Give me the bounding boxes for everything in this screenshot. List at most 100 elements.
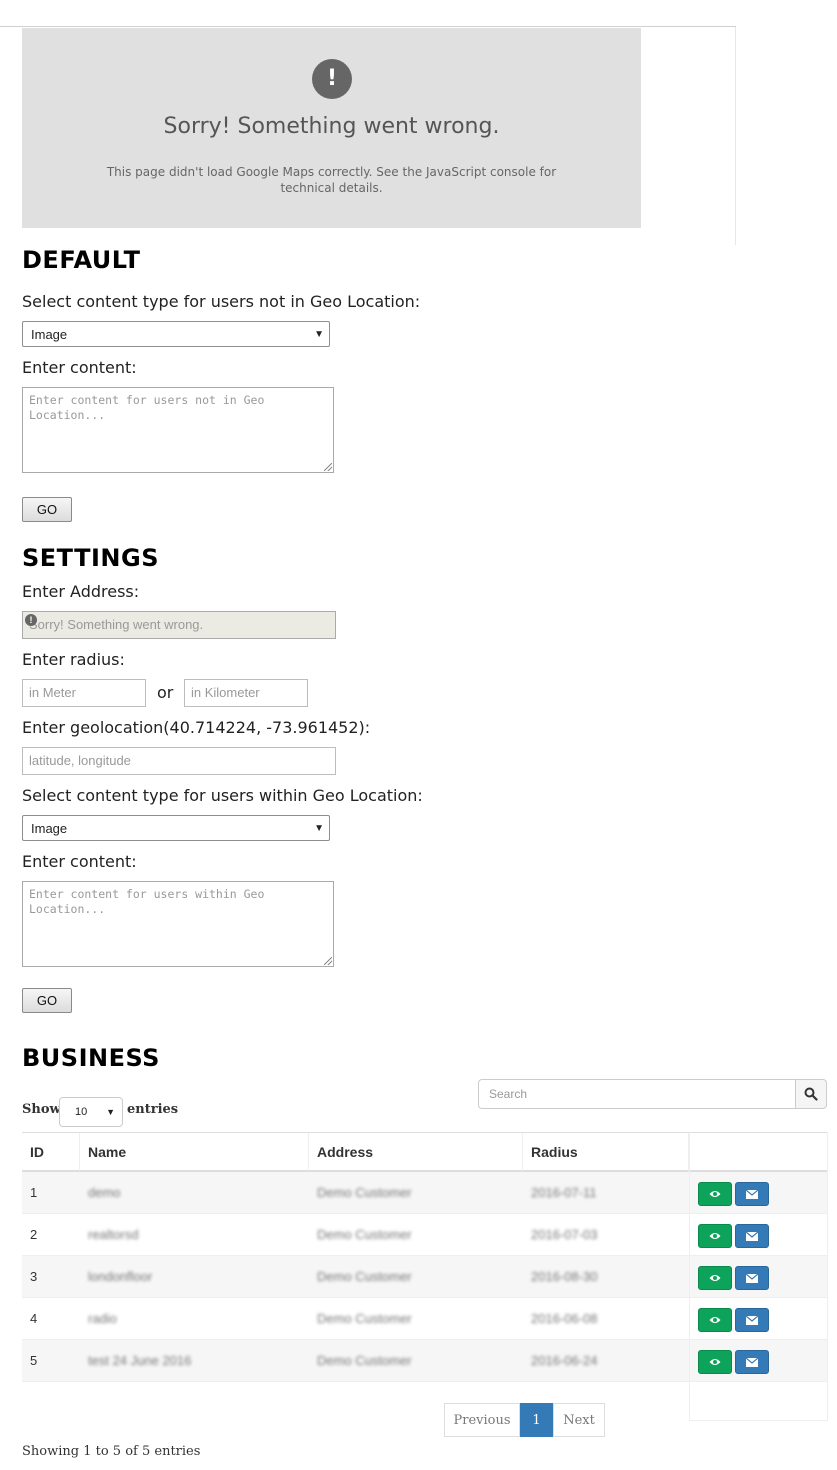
within-content-label: Enter content: xyxy=(22,852,137,871)
email-button[interactable] xyxy=(735,1266,769,1290)
cell-name: realtorsd xyxy=(88,1227,139,1242)
cell-name: radio xyxy=(88,1311,117,1326)
top-divider xyxy=(0,26,736,27)
cell-radius: 2016-08-30 xyxy=(531,1269,598,1284)
table-row: 5 test 24 June 2016 Demo Customer 2016-06-2… xyxy=(22,1340,828,1382)
eye-icon xyxy=(709,1233,721,1239)
email-button[interactable] xyxy=(735,1224,769,1248)
column-header-actions xyxy=(689,1133,828,1171)
map-right-border xyxy=(735,27,736,245)
column-header-address[interactable]: Address xyxy=(309,1133,523,1171)
resize-grip-icon[interactable] xyxy=(324,957,332,965)
chevron-down-icon: ▼ xyxy=(314,823,324,834)
eye-icon xyxy=(709,1275,721,1281)
table-row: 2 realtorsd Demo Customer 2016-07-03 xyxy=(22,1214,828,1256)
radius-meter-input[interactable]: in Meter xyxy=(22,679,146,707)
default-content-type-value: Image xyxy=(31,327,68,342)
show-label: Show xyxy=(22,1102,61,1117)
table-info: Showing 1 to 5 of 5 entries xyxy=(22,1444,201,1459)
envelope-icon xyxy=(745,1315,759,1325)
map-error-message: This page didn't load Google Maps correc… xyxy=(106,165,557,195)
previous-button[interactable]: Previous xyxy=(444,1403,520,1437)
search-icon xyxy=(804,1087,818,1101)
cell-name: demo xyxy=(88,1185,121,1200)
default-content-textarea[interactable]: Enter content for users not in Geo Locat… xyxy=(22,387,334,473)
default-content-placeholder: Enter content for users not in Geo Locat… xyxy=(29,393,265,422)
envelope-icon xyxy=(745,1273,759,1283)
default-go-button[interactable]: GO xyxy=(22,497,72,522)
search-button[interactable] xyxy=(795,1079,827,1109)
geolocation-label: Enter geolocation(40.714224, -73.961452)… xyxy=(22,718,371,737)
cell-address: Demo Customer xyxy=(317,1227,412,1242)
cell-id: 2 xyxy=(30,1227,38,1242)
within-content-type-value: Image xyxy=(31,821,68,836)
cell-id: 4 xyxy=(30,1311,38,1326)
cell-id: 5 xyxy=(30,1353,38,1368)
resize-grip-icon[interactable] xyxy=(324,463,332,471)
email-button[interactable] xyxy=(735,1182,769,1206)
column-header-name[interactable]: Name xyxy=(80,1133,309,1171)
page-1-button[interactable]: 1 xyxy=(520,1403,553,1437)
view-button[interactable] xyxy=(698,1266,732,1290)
search-input[interactable]: Search xyxy=(478,1079,796,1109)
cell-id: 1 xyxy=(30,1185,38,1200)
address-input-value: Sorry! Something went wrong. xyxy=(29,617,204,632)
search-placeholder: Search xyxy=(489,1087,528,1101)
radius-km-input[interactable]: in Kilometer xyxy=(184,679,308,707)
view-button[interactable] xyxy=(698,1182,732,1206)
chevron-down-icon: ▼ xyxy=(106,1107,115,1117)
cell-radius: 2016-06-24 xyxy=(531,1353,598,1368)
next-button[interactable]: Next xyxy=(553,1403,605,1437)
table-header: ID Name Address Radius xyxy=(22,1132,828,1172)
cell-radius: 2016-06-08 xyxy=(531,1311,598,1326)
email-button[interactable] xyxy=(735,1308,769,1332)
within-content-textarea[interactable]: Enter content for users within Geo Locat… xyxy=(22,881,334,967)
eye-icon xyxy=(709,1359,721,1365)
table-row: 3 londonfloor Demo Customer 2016-08-30 xyxy=(22,1256,828,1298)
within-content-type-label: Select content type for users within Geo… xyxy=(22,786,423,805)
exclamation-icon: ! xyxy=(312,59,352,99)
chevron-down-icon: ▼ xyxy=(314,329,324,340)
geolocation-placeholder: latitude, longitude xyxy=(29,753,131,768)
cell-radius: 2016-07-11 xyxy=(531,1185,597,1200)
default-content-type-select[interactable]: Image ▼ xyxy=(22,321,330,347)
column-header-radius[interactable]: Radius xyxy=(523,1133,689,1171)
map-error-title: Sorry! Something went wrong. xyxy=(163,114,500,139)
email-button[interactable] xyxy=(735,1350,769,1374)
cell-address: Demo Customer xyxy=(317,1311,412,1326)
warning-icon: ! xyxy=(25,614,37,626)
page-length-select[interactable]: 10 ▼ xyxy=(59,1097,123,1127)
view-button[interactable] xyxy=(698,1308,732,1332)
geolocation-input[interactable]: latitude, longitude xyxy=(22,747,336,775)
cell-id: 3 xyxy=(30,1269,38,1284)
within-content-placeholder: Enter content for users within Geo Locat… xyxy=(29,887,265,916)
business-heading: BUSINESS xyxy=(22,1044,160,1072)
cell-name: londonfloor xyxy=(88,1269,153,1284)
cell-address: Demo Customer xyxy=(317,1353,412,1368)
cell-radius: 2016-07-03 xyxy=(531,1227,598,1242)
settings-heading: SETTINGS xyxy=(22,544,159,572)
radius-km-placeholder: in Kilometer xyxy=(191,685,260,700)
address-label: Enter Address: xyxy=(22,582,140,601)
default-content-label: Enter content: xyxy=(22,358,137,377)
map-error-panel: ! Sorry! Something went wrong. This page… xyxy=(22,28,641,228)
envelope-icon xyxy=(745,1189,759,1199)
view-button[interactable] xyxy=(698,1224,732,1248)
within-content-type-select[interactable]: Image ▼ xyxy=(22,815,330,841)
cell-address: Demo Customer xyxy=(317,1269,412,1284)
radius-label: Enter radius: xyxy=(22,650,125,669)
entries-label: entries xyxy=(127,1102,179,1117)
view-button[interactable] xyxy=(698,1350,732,1374)
column-header-id[interactable]: ID xyxy=(22,1133,80,1171)
eye-icon xyxy=(709,1317,721,1323)
address-input[interactable]: Sorry! Something went wrong. xyxy=(22,611,336,639)
default-content-type-label: Select content type for users not in Geo… xyxy=(22,292,421,311)
or-text: or xyxy=(157,683,174,702)
table-row: 1 demo Demo Customer 2016-07-11 xyxy=(22,1172,828,1214)
default-heading: DEFAULT xyxy=(22,246,141,274)
page-length-value: 10 xyxy=(75,1106,88,1118)
envelope-icon xyxy=(745,1357,759,1367)
settings-go-button[interactable]: GO xyxy=(22,988,72,1013)
envelope-icon xyxy=(745,1231,759,1241)
table-row: 4 radio Demo Customer 2016-06-08 xyxy=(22,1298,828,1340)
